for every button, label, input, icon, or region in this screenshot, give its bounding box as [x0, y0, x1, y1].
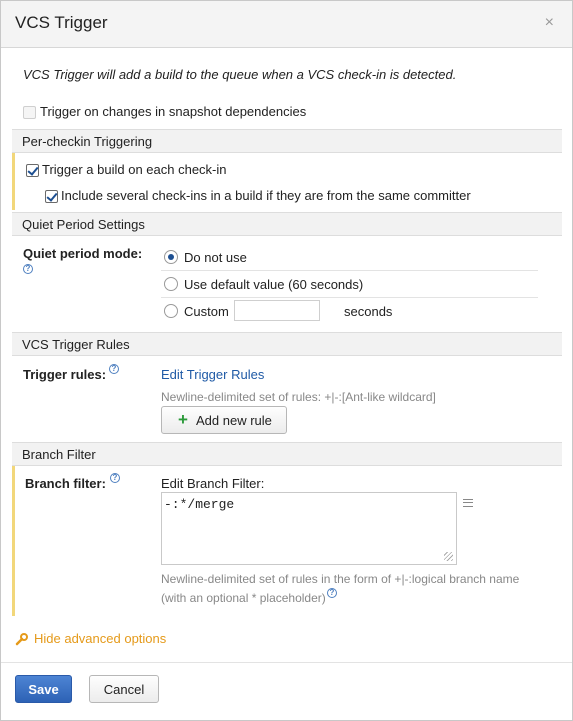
quiet-period-mode-label: Quiet period mode:: [23, 246, 143, 261]
snapshot-dependencies-checkbox[interactable]: [23, 106, 36, 119]
trigger-rules-hint: Newline-delimited set of rules: +|-:[Ant…: [161, 390, 436, 404]
divider: [161, 270, 538, 271]
per-checkin-highlight: [12, 153, 15, 210]
footer-divider: [1, 662, 572, 663]
branch-filter-label: Branch filter:: [25, 476, 106, 491]
add-new-rule-button[interactable]: + Add new rule: [161, 406, 287, 434]
radio-default-value[interactable]: [164, 277, 178, 291]
include-several-checkbox[interactable]: [45, 190, 58, 203]
add-new-rule-label: Add new rule: [196, 413, 272, 428]
resize-grip-icon[interactable]: [444, 552, 453, 561]
branch-filter-hint-line1: Newline-delimited set of rules in the fo…: [161, 572, 520, 586]
trigger-rules-label: Trigger rules:: [23, 367, 107, 382]
branch-filter-hint-line2: (with an optional * placeholder): [161, 591, 326, 605]
intro-text: VCS Trigger will add a build to the queu…: [23, 67, 457, 82]
help-icon[interactable]: ?: [109, 364, 119, 374]
quiet-period-header: Quiet Period Settings: [12, 212, 562, 236]
option-do-not-use-label: Do not use: [184, 250, 247, 265]
edit-branch-filter-label: Edit Branch Filter:: [161, 476, 265, 491]
dialog-titlebar: VCS Trigger ×: [1, 1, 572, 48]
branch-filter-value: -:*/merge: [164, 497, 235, 512]
option-default-value-label: Use default value (60 seconds): [184, 277, 364, 292]
cancel-button[interactable]: Cancel: [89, 675, 159, 703]
trigger-each-checkin-checkbox[interactable]: [26, 164, 39, 177]
help-icon[interactable]: ?: [110, 473, 120, 483]
help-icon[interactable]: ?: [327, 588, 337, 598]
branch-filter-highlight: [12, 466, 15, 616]
custom-seconds-input[interactable]: [234, 300, 320, 321]
snapshot-dependencies-label: Trigger on changes in snapshot dependenc…: [40, 104, 307, 119]
help-icon[interactable]: ?: [23, 264, 33, 274]
expand-editor-icon[interactable]: [463, 499, 473, 507]
vcs-trigger-dialog: VCS Trigger × VCS Trigger will add a bui…: [0, 0, 573, 721]
include-several-label: Include several check-ins in a build if …: [61, 188, 471, 203]
wrench-icon: [15, 633, 28, 646]
branch-filter-header: Branch Filter: [12, 442, 562, 466]
save-button[interactable]: Save: [15, 675, 72, 703]
edit-trigger-rules-link[interactable]: Edit Trigger Rules: [161, 367, 264, 382]
seconds-label: seconds: [344, 304, 393, 319]
trigger-each-checkin-label: Trigger a build on each check-in: [42, 162, 227, 177]
dialog-title: VCS Trigger: [15, 13, 108, 32]
branch-filter-textarea[interactable]: -:*/merge: [161, 492, 457, 565]
radio-do-not-use[interactable]: [164, 250, 178, 264]
close-icon[interactable]: ×: [545, 14, 554, 32]
divider: [161, 297, 538, 298]
hide-advanced-options-link[interactable]: Hide advanced options: [34, 631, 166, 646]
radio-custom[interactable]: [164, 304, 178, 318]
trigger-rules-header: VCS Trigger Rules: [12, 332, 562, 356]
option-custom-label: Custom: [184, 304, 229, 319]
per-checkin-header: Per-checkin Triggering: [12, 129, 562, 153]
plus-icon: +: [178, 410, 188, 429]
